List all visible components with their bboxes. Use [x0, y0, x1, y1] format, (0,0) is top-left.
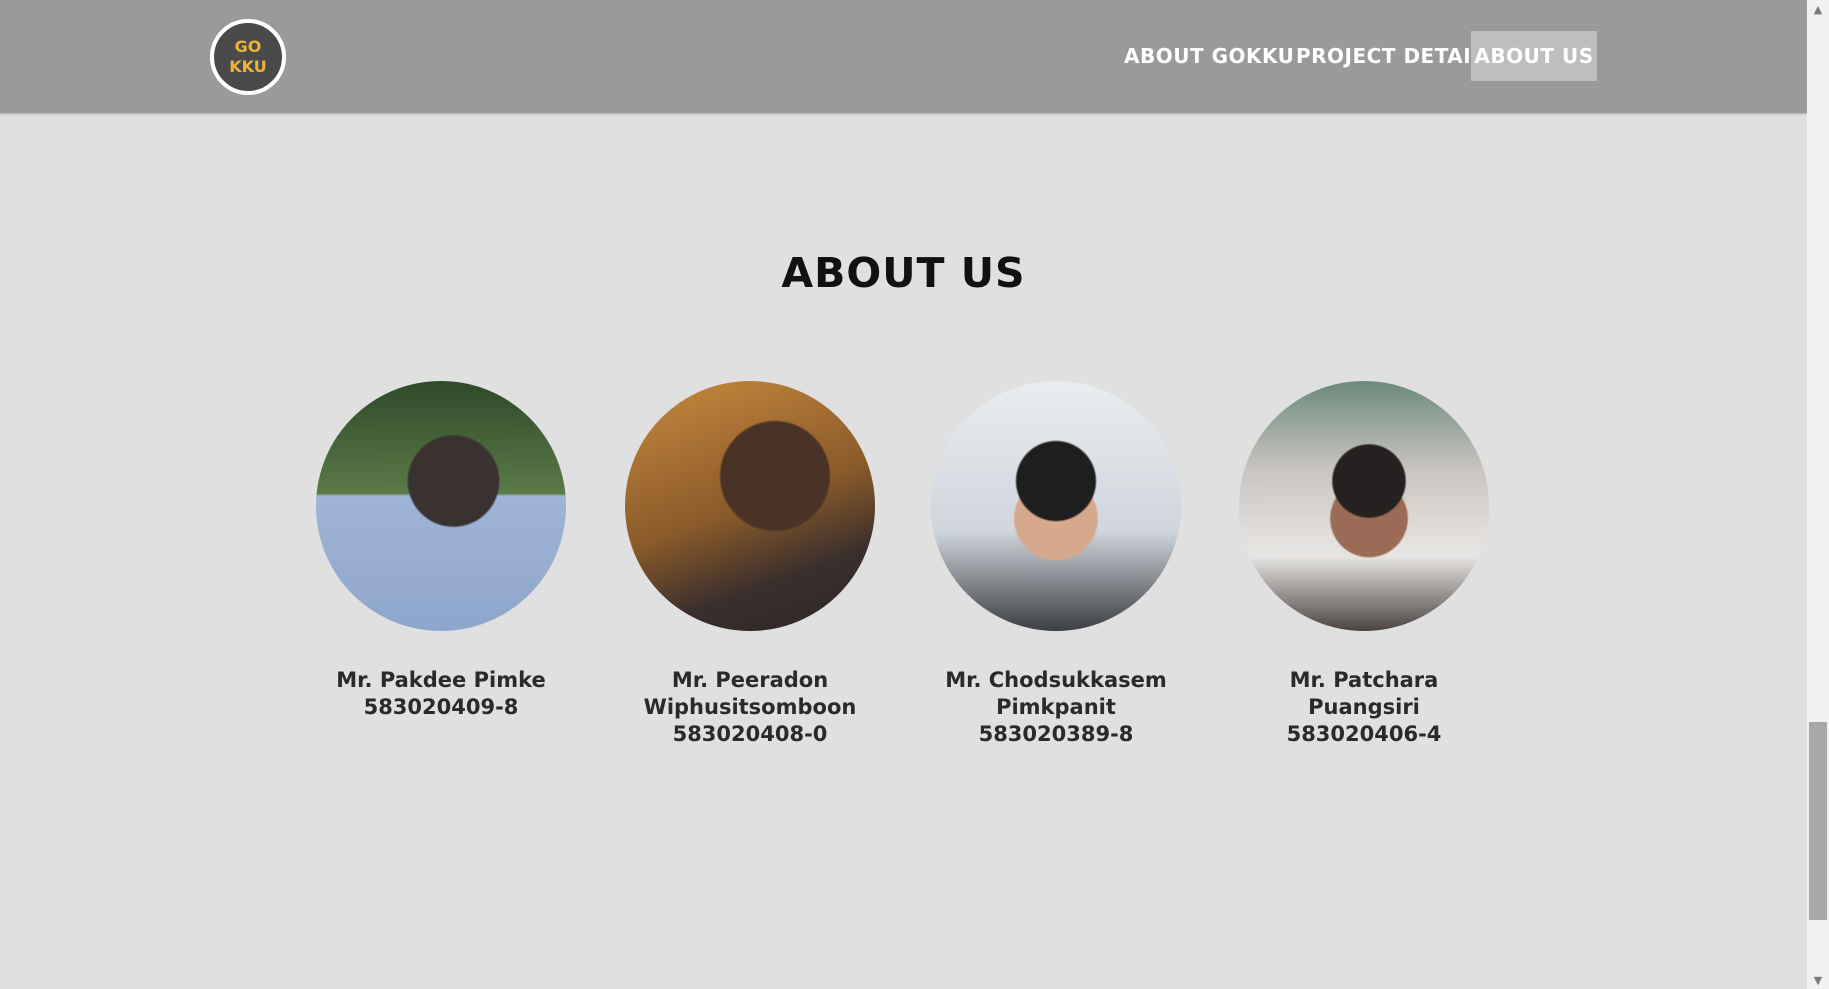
member-name: Mr. Chodsukkasem Pimkpanit 583020389-8: [945, 668, 1167, 746]
chevron-up-icon[interactable]: ▲: [1807, 0, 1829, 18]
member-photo: [625, 381, 875, 631]
member-card: Mr. Peeradon Wiphusitsomboon 583020408-0: [620, 381, 880, 748]
logo-line-1: GO: [234, 37, 262, 56]
member-name: Mr. Peeradon Wiphusitsomboon 583020408-0: [643, 668, 857, 746]
member-photo: [931, 381, 1181, 631]
chevron-down-icon[interactable]: ▼: [1807, 971, 1829, 989]
logo-line-2: KKU: [229, 57, 267, 76]
page-title: ABOUT US: [781, 249, 1026, 298]
member-name: Mr. Pakdee Pimke 583020409-8: [336, 668, 546, 719]
nav-project-detail[interactable]: PROJECT DETAIL: [1296, 31, 1484, 81]
member-card: Mr. Chodsukkasem Pimkpanit 583020389-8: [926, 381, 1186, 748]
nav-about-gokku[interactable]: ABOUT GOKKU: [1124, 31, 1294, 81]
navbar: GO KKU ABOUT GOKKU PROJECT DETAIL ABOUT …: [0, 0, 1807, 113]
member-photo: [316, 381, 566, 631]
scrollbar-thumb[interactable]: [1809, 722, 1827, 920]
logo[interactable]: GO KKU: [210, 19, 286, 95]
member-photo: [1239, 381, 1489, 631]
member-name: Mr. Patchara Puangsiri 583020406-4: [1286, 668, 1442, 746]
nav-about-us[interactable]: ABOUT US: [1471, 31, 1597, 81]
scrollbar[interactable]: ▲ ▼: [1807, 0, 1829, 989]
member-card: Mr. Pakdee Pimke 583020409-8: [311, 381, 571, 721]
member-card: Mr. Patchara Puangsiri 583020406-4: [1234, 381, 1494, 748]
